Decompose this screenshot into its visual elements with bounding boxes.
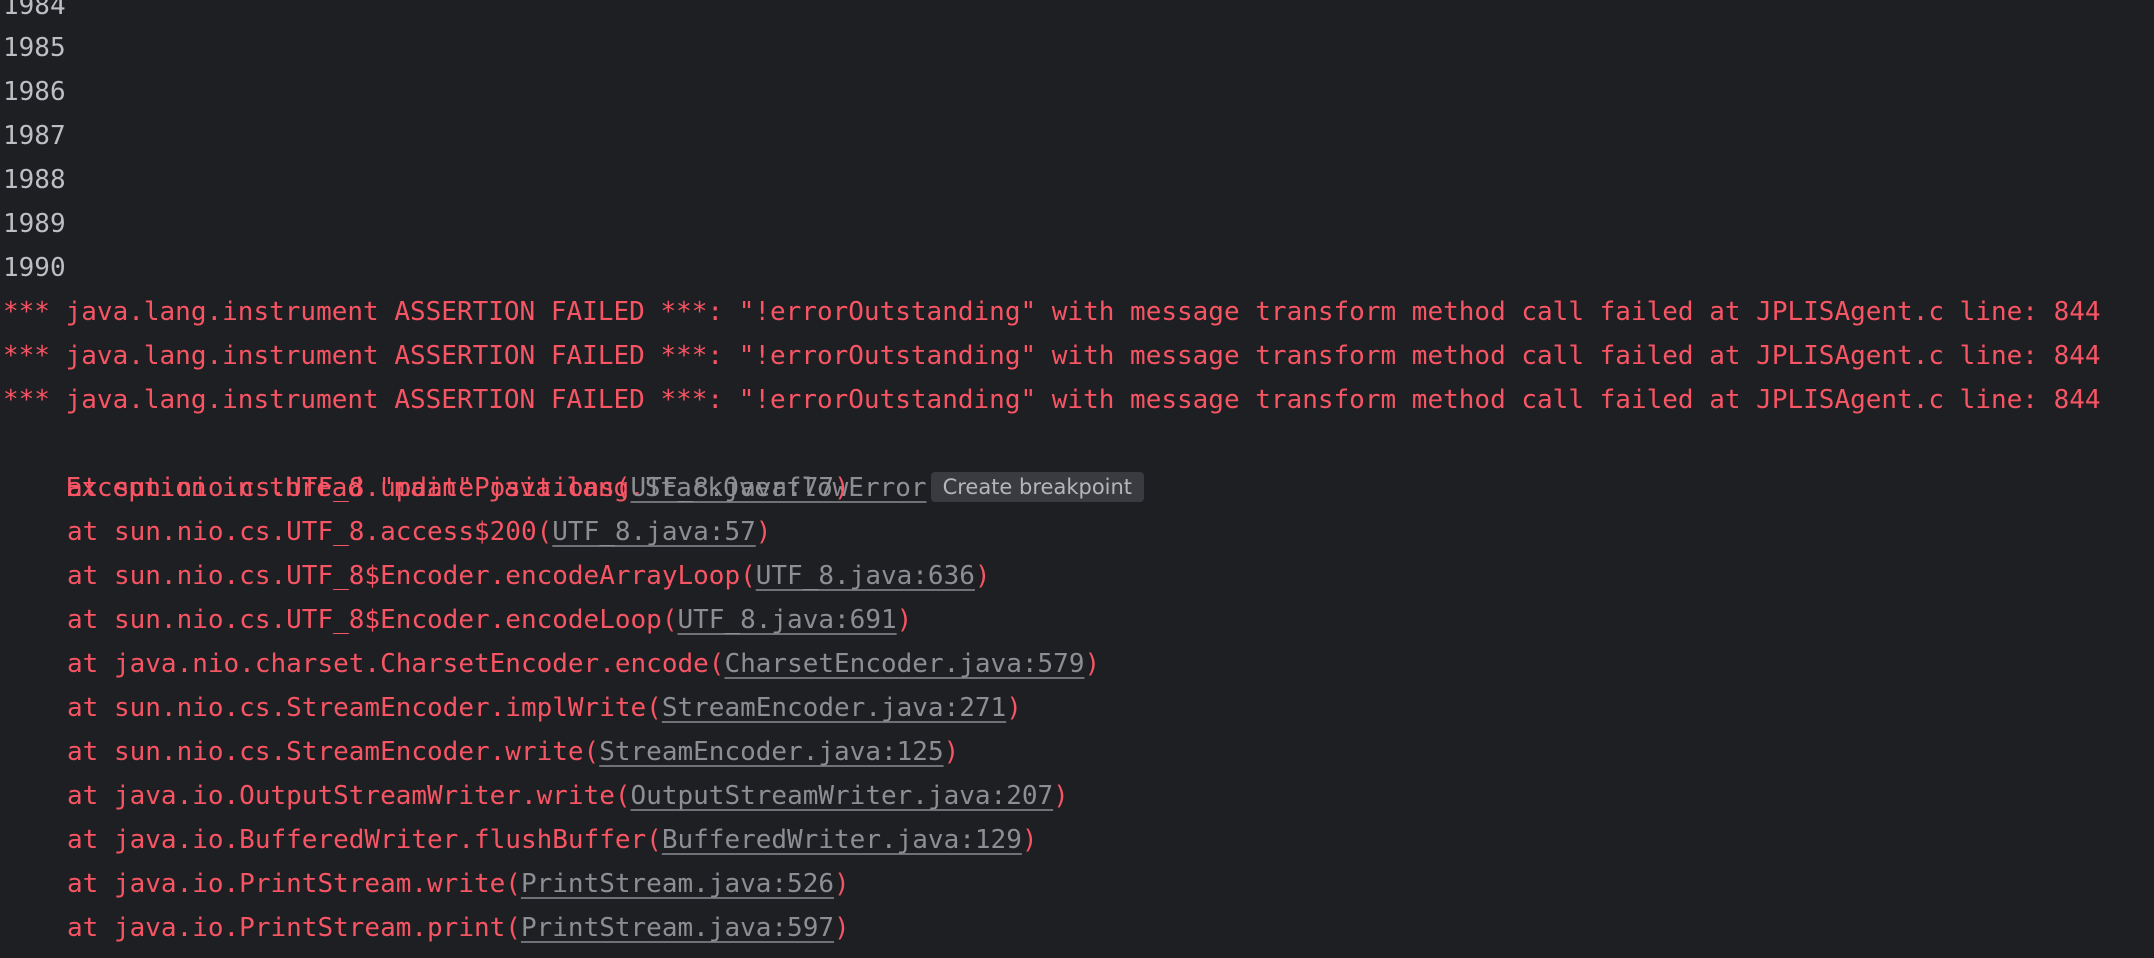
- stack-frame-method: at sun.nio.cs.UTF_8$Encoder.encodeArrayL…: [67, 561, 756, 591]
- stack-frame-method: at java.io.PrintStream.write(: [67, 869, 521, 899]
- source-link[interactable]: OutputStreamWriter.java:207: [631, 781, 1054, 811]
- source-link[interactable]: UTF_8.java:77: [631, 473, 835, 503]
- output-line-number: 1986: [3, 77, 66, 107]
- assertion-failed-line: *** java.lang.instrument ASSERTION FAILE…: [3, 297, 2101, 327]
- stack-frame: at sun.nio.cs.StreamEncoder.implWrite(St…: [3, 686, 1022, 730]
- stack-frame: at java.io.OutputStreamWriter.write(Outp…: [3, 774, 1069, 818]
- assertion-failed-line: *** java.lang.instrument ASSERTION FAILE…: [3, 385, 2101, 415]
- source-link[interactable]: StreamEncoder.java:271: [662, 693, 1006, 723]
- stack-frame-method: at java.nio.charset.CharsetEncoder.encod…: [67, 649, 725, 679]
- source-link[interactable]: BufferedWriter.java:129: [662, 825, 1022, 855]
- stack-frame-method: at sun.nio.cs.UTF_8.updatePositions(: [67, 473, 631, 503]
- stack-frame-method: at sun.nio.cs.UTF_8.access$200(: [67, 517, 553, 547]
- stack-frame: at sun.nio.cs.UTF_8.access$200(UTF_8.jav…: [3, 510, 771, 554]
- output-line-number: 1985: [3, 33, 66, 63]
- stack-frame: at sun.nio.cs.UTF_8$Encoder.encodeArrayL…: [3, 554, 991, 598]
- stack-frame: at java.io.PrintStream.print(PrintStream…: [3, 906, 850, 950]
- stack-frame-close: ): [1084, 649, 1101, 679]
- stack-frame-method: at java.io.PrintStream.print(: [67, 913, 521, 943]
- source-link[interactable]: UTF_8.java:636: [756, 561, 975, 591]
- stack-frame-method: at sun.nio.cs.StreamEncoder.implWrite(: [67, 693, 662, 723]
- create-breakpoint-button[interactable]: Create breakpoint: [930, 472, 1145, 502]
- output-line-number: 1990: [3, 253, 66, 283]
- source-link[interactable]: StreamEncoder.java:125: [599, 737, 943, 767]
- output-line-number: 1987: [3, 121, 66, 151]
- source-link[interactable]: UTF_8.java:691: [677, 605, 896, 635]
- source-link[interactable]: UTF_8.java:57: [552, 517, 756, 547]
- stack-frame-close: ): [1006, 693, 1022, 723]
- stack-frame: at sun.nio.cs.StreamEncoder.write(Stream…: [3, 730, 959, 774]
- stack-frame-close: ): [974, 561, 991, 591]
- output-line-number: 1989: [3, 209, 66, 239]
- stack-frame-close: ): [834, 913, 850, 943]
- stack-frame: at sun.nio.cs.UTF_8.updatePositions(UTF_…: [3, 466, 850, 510]
- output-line-number: 1988: [3, 165, 66, 195]
- stack-frame-close: ): [943, 737, 960, 767]
- output-line-number: 1984: [3, 0, 66, 21]
- stack-frame-close: ): [834, 473, 850, 503]
- stack-frame: at java.io.PrintStream.write(PrintStream…: [3, 862, 850, 906]
- stack-frame-close: ): [834, 869, 850, 899]
- source-link[interactable]: CharsetEncoder.java:579: [724, 649, 1084, 679]
- stack-frame-method: at java.io.BufferedWriter.flushBuffer(: [67, 825, 662, 855]
- source-link[interactable]: PrintStream.java:597: [521, 913, 834, 943]
- stack-frame-method: at sun.nio.cs.UTF_8$Encoder.encodeLoop(: [67, 605, 678, 635]
- stack-frame: at sun.nio.cs.UTF_8$Encoder.encodeLoop(U…: [3, 598, 912, 642]
- stack-frame-close: ): [1053, 781, 1069, 811]
- stack-frame-close: ): [896, 605, 913, 635]
- assertion-failed-line: *** java.lang.instrument ASSERTION FAILE…: [3, 341, 2101, 371]
- stack-frame: at java.nio.charset.CharsetEncoder.encod…: [3, 642, 1100, 686]
- source-link[interactable]: PrintStream.java:526: [521, 869, 834, 899]
- stack-frame-method: at sun.nio.cs.StreamEncoder.write(: [67, 737, 600, 767]
- console-output: 1984 1985 1986 1987 1988 1989 1990 *** j…: [0, 0, 2154, 958]
- stack-frame-close: ): [755, 517, 772, 547]
- stack-frame-method: at java.io.OutputStreamWriter.write(: [67, 781, 631, 811]
- stack-frame-close: ): [1021, 825, 1038, 855]
- stack-frame: at java.io.BufferedWriter.flushBuffer(Bu…: [3, 818, 1038, 862]
- exception-line: Exception in thread "main" java.lang.Sta…: [3, 422, 1145, 503]
